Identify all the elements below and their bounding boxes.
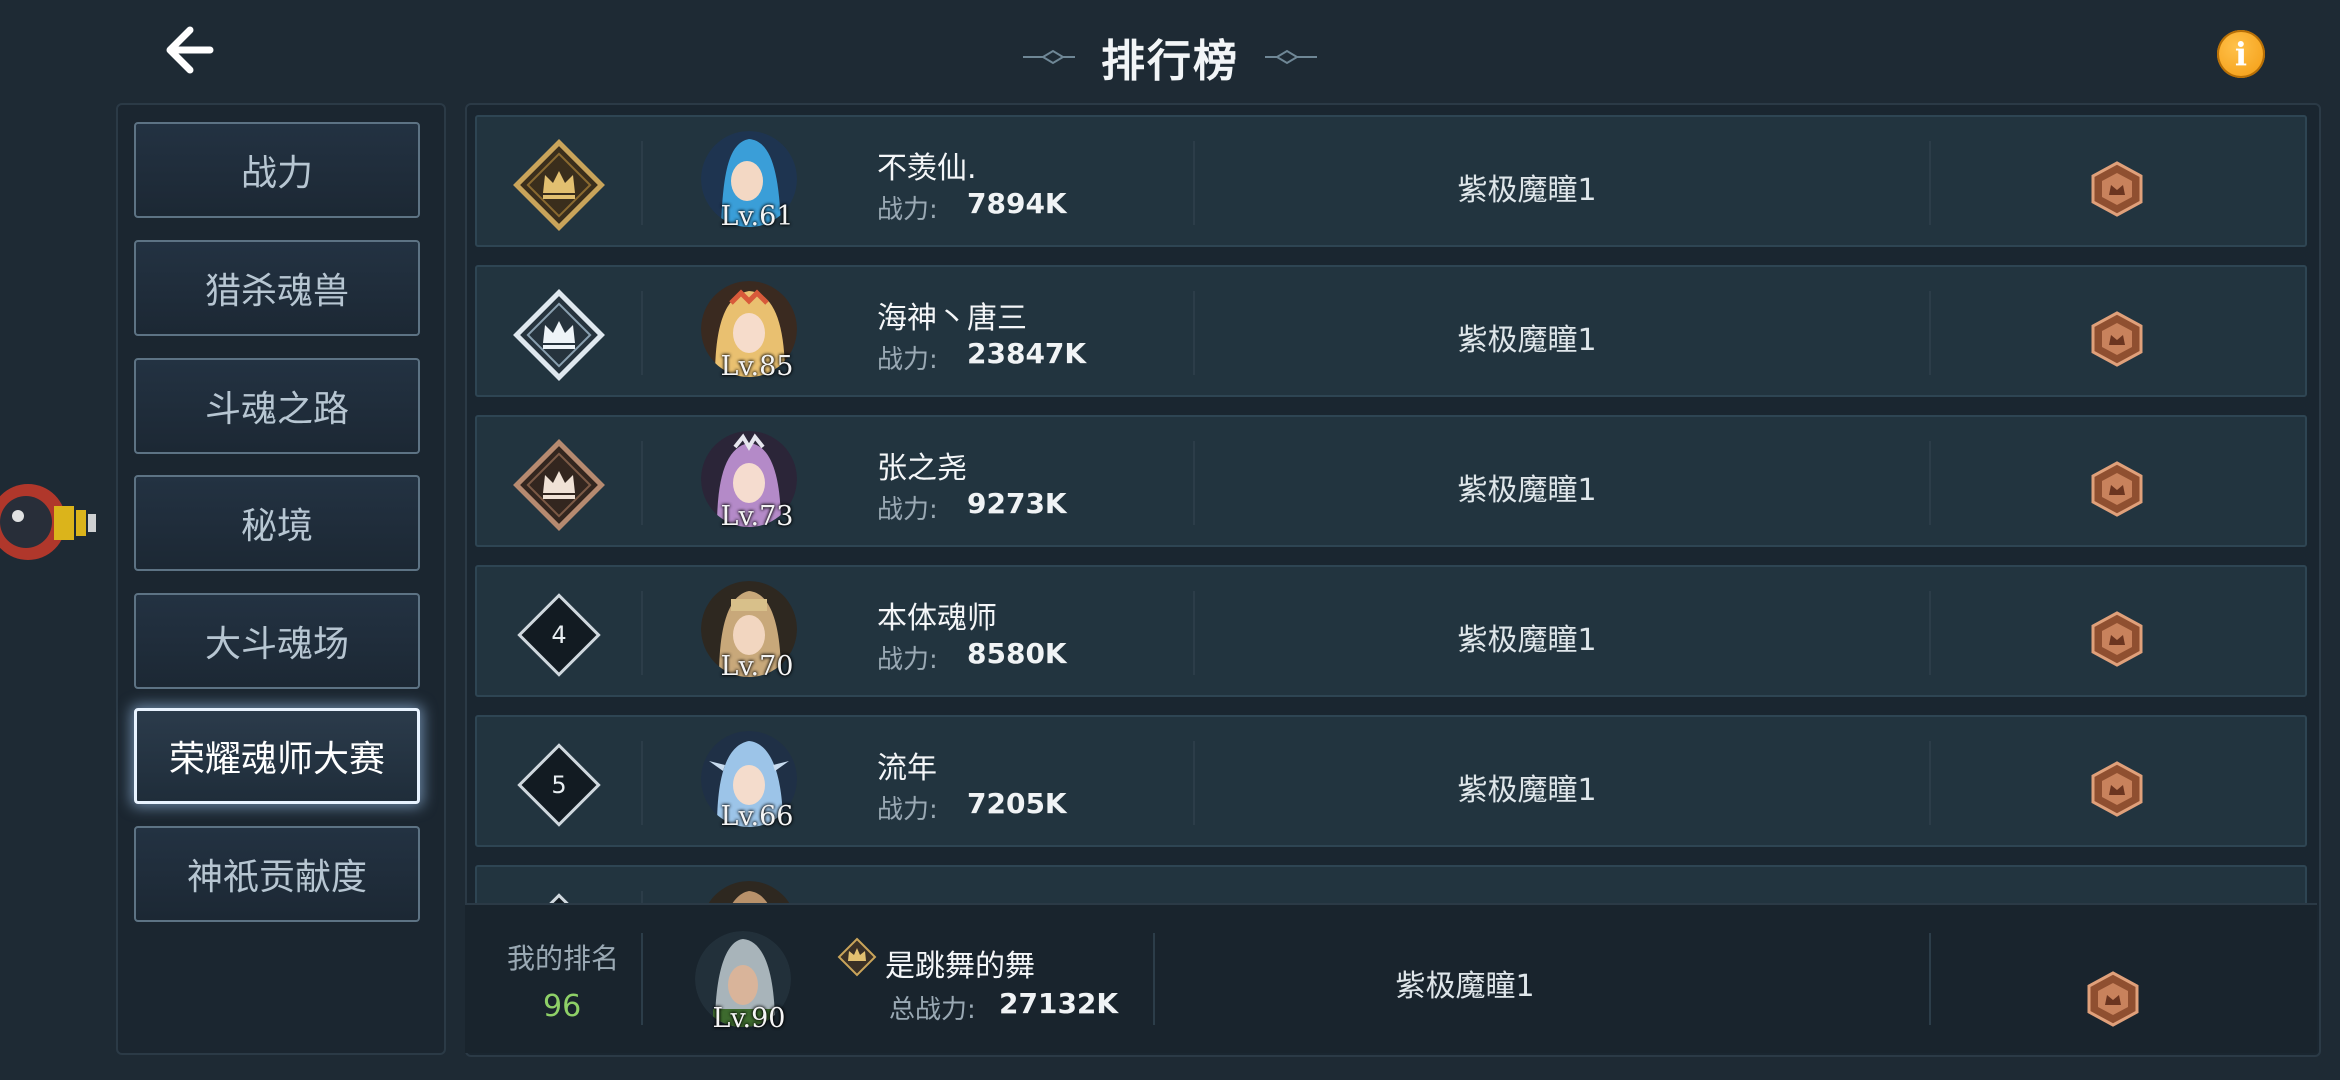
gold-crown-icon [513,139,605,231]
my-power-label: 总战力: [889,995,976,1025]
ranking-row-2[interactable]: Lv.85 海神丶唐三 战力: 23847K 紫极魔瞳1 [475,265,2307,397]
power-label: 战力: [877,795,938,825]
title-ornament-left-icon [1023,49,1075,65]
page-title: 排行榜 [1101,36,1239,87]
my-title: 紫极魔瞳1 [1395,969,1535,1004]
top-bar: 排行榜 i [0,0,2340,110]
power-value: 7894K [967,187,1067,220]
bronze-rank-badge-icon[interactable] [2085,971,2141,1027]
side-mascot-icon[interactable] [0,460,110,590]
my-rank-number: 96 [543,989,582,1024]
player-title: 紫极魔瞳1 [1457,323,1597,358]
rank-emblem-icon [837,937,877,977]
power-label: 战力: [877,495,938,525]
my-player-name: 是跳舞的舞 [885,949,1035,984]
rank-diamond-icon: 4 [517,593,601,677]
rank-number: 5 [551,771,566,799]
rank-diamond-icon: 5 [517,743,601,827]
ranking-row-3[interactable]: Lv.73 张之尧 战力: 9273K 紫极魔瞳1 [475,415,2307,547]
tab-grand-arena[interactable]: 大斗魂场 [134,593,420,689]
rank-number: 4 [551,621,566,649]
bronze-rank-badge-icon[interactable] [2089,761,2145,817]
power-label: 战力: [877,195,938,225]
category-sidebar: 战力 猎杀魂兽 斗魂之路 秘境 大斗魂场 荣耀魂师大赛 神祇贡献度 [116,103,446,1055]
power-value: 9273K [967,487,1067,520]
title-ornament-right-icon [1265,49,1317,65]
ranking-row-4[interactable]: 4 Lv.70 本体魂师 战力: 8580K 紫极魔瞳1 [475,565,2307,697]
player-title: 紫极魔瞳1 [1457,173,1597,208]
my-level: Lv.90 [712,1003,786,1034]
player-name: 不羡仙. [877,151,977,186]
player-name: 张之尧 [877,451,967,486]
player-title: 紫极魔瞳1 [1457,773,1597,808]
title-group: 排行榜 [1000,22,1340,92]
info-icon[interactable]: i [2217,30,2265,78]
player-level: Lv.61 [720,201,794,232]
power-value: 23847K [967,337,1087,370]
tab-hunt-beasts[interactable]: 猎杀魂兽 [134,240,420,336]
tab-combat-power[interactable]: 战力 [134,122,420,218]
player-level: Lv.70 [720,651,794,682]
bronze-rank-badge-icon[interactable] [2089,611,2145,667]
player-name: 本体魂师 [877,601,997,636]
power-value: 8580K [967,637,1067,670]
player-level: Lv.66 [720,801,794,832]
player-title: 紫极魔瞳1 [1457,473,1597,508]
tab-soul-road[interactable]: 斗魂之路 [134,358,420,454]
my-rank-label: 我的排名 [507,942,620,975]
power-value: 7205K [967,787,1067,820]
ranking-row-5[interactable]: 5 Lv.66 流年 战力: 7205K 紫极魔瞳1 [475,715,2307,847]
tab-honor-tournament[interactable]: 荣耀魂师大赛 [134,708,420,804]
player-level: Lv.85 [720,351,794,382]
my-power-value: 27132K [999,987,1119,1020]
player-name: 海神丶唐三 [877,301,1027,336]
bronze-rank-badge-icon[interactable] [2089,161,2145,217]
power-label: 战力: [877,345,938,375]
back-arrow-icon[interactable] [158,20,218,80]
player-name: 流年 [877,751,937,786]
power-label: 战力: [877,645,938,675]
ranking-row-1[interactable]: Lv.61 不羡仙. 战力: 7894K 紫极魔瞳1 [475,115,2307,247]
my-rank-bar[interactable]: 我的排名 96 Lv.90 是跳舞的舞 总战力: 27132K 紫极魔瞳1 [465,903,2317,1053]
bronze-rank-badge-icon[interactable] [2089,461,2145,517]
bronze-rank-badge-icon[interactable] [2089,311,2145,367]
player-title: 紫极魔瞳1 [1457,623,1597,658]
player-level: Lv.73 [720,501,794,532]
silver-crown-icon [513,289,605,381]
tab-god-contribution[interactable]: 神祇贡献度 [134,826,420,922]
tab-secret-realm[interactable]: 秘境 [134,475,420,571]
bronze-crown-icon [513,439,605,531]
